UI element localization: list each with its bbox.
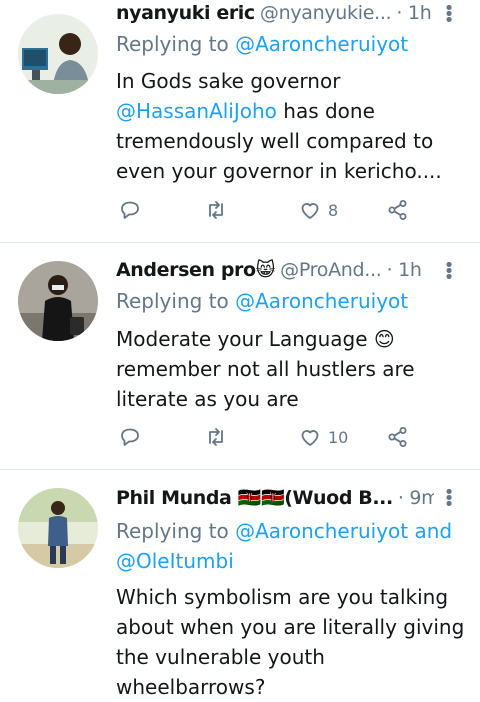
avatar[interactable]: [18, 14, 98, 94]
mention-link[interactable]: @OleItumbi: [116, 549, 234, 573]
display-name[interactable]: Andersen pro😸: [116, 259, 275, 281]
reply-button[interactable]: [118, 198, 142, 222]
more-options-icon[interactable]: • • •: [438, 257, 460, 287]
reply-button[interactable]: [118, 425, 142, 449]
retweet-icon: [209, 428, 223, 446]
avatar[interactable]: [18, 488, 98, 568]
like-count: 8: [328, 200, 339, 220]
tweet-actions: 8: [116, 198, 446, 228]
replying-to: Replying to @Aaroncheruiyot: [116, 32, 408, 56]
mention-link[interactable]: @Aaroncheruiyot: [235, 519, 408, 543]
share-icon: [388, 427, 407, 447]
retweet-button[interactable]: [204, 425, 228, 449]
share-button[interactable]: [386, 198, 410, 222]
reply-icon: [121, 428, 139, 446]
like-icon: [301, 430, 319, 446]
tweet-actions: 10: [116, 425, 446, 455]
like-count: 10: [328, 427, 349, 447]
tweet-text: In Gods sake governor @HassanAliJoho has…: [116, 66, 476, 186]
more-options-icon[interactable]: • • •: [438, 0, 460, 30]
timestamp[interactable]: · 1h: [387, 259, 422, 281]
tweet-text-part: In Gods sake governor: [116, 69, 341, 93]
replying-label: Replying to: [116, 519, 229, 543]
tweet-header: Phil Munda 🇰🇪🇰🇪(Wuod B... · 9m: [116, 486, 434, 516]
replying-to: Replying to @Aaroncheruiyot: [116, 289, 408, 313]
replying-and[interactable]: and: [414, 519, 452, 543]
timestamp[interactable]: · 9m: [398, 487, 434, 509]
more-options-icon[interactable]: • • •: [438, 484, 460, 514]
like-button[interactable]: 10: [298, 425, 348, 449]
tweet-1[interactable]: nyanyuki eric @nyanyukie... · 1h • • • Rep…: [0, 0, 480, 242]
retweet-button[interactable]: [204, 198, 228, 222]
display-name[interactable]: Phil Munda 🇰🇪🇰🇪(Wuod B...: [116, 487, 393, 509]
retweet-icon: [209, 201, 223, 219]
share-icon: [388, 200, 407, 220]
mention-link[interactable]: @Aaroncheruiyot: [235, 289, 408, 313]
replying-label: Replying to: [116, 289, 229, 313]
tweet-text: Moderate your Language 😊 remember not al…: [116, 327, 415, 411]
display-name[interactable]: nyanyuki eric: [116, 2, 255, 24]
user-handle[interactable]: @ProAnd...: [280, 259, 382, 281]
tweet-text: Which symbolism are you talking about wh…: [116, 585, 465, 699]
mention-link[interactable]: @HassanAliJoho: [116, 99, 277, 123]
tweet-3[interactable]: Phil Munda 🇰🇪🇰🇪(Wuod B... · 9m • • • Reply…: [0, 470, 480, 699]
user-handle[interactable]: @nyanyukie...: [260, 2, 392, 24]
share-button[interactable]: [386, 425, 410, 449]
reply-icon: [121, 201, 139, 219]
replying-label: Replying to: [116, 32, 229, 56]
mention-link[interactable]: @Aaroncheruiyot: [235, 32, 408, 56]
tweet-2[interactable]: Andersen pro😸 @ProAnd... · 1h • • • Replyi…: [0, 243, 480, 469]
like-button[interactable]: 8: [298, 198, 338, 222]
replying-to: Replying to @Aaroncheruiyot and @OleItum…: [116, 516, 476, 576]
timestamp[interactable]: · 1h: [396, 2, 431, 24]
like-icon: [301, 203, 319, 219]
avatar[interactable]: [18, 261, 98, 341]
tweet-header: nyanyuki eric @nyanyukie... · 1h: [116, 2, 434, 32]
tweet-header: Andersen pro😸 @ProAnd... · 1h: [116, 259, 434, 289]
